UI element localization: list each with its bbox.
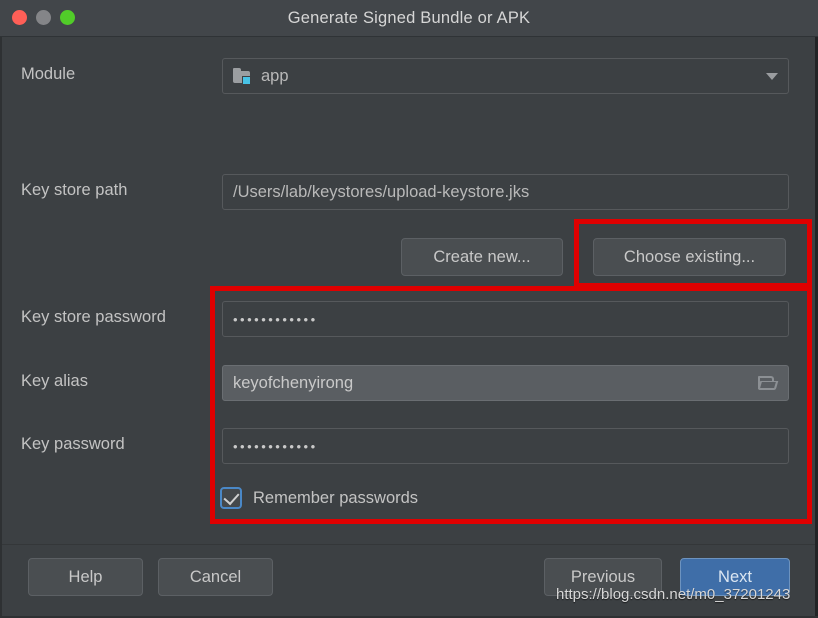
key-store-path-label: Key store path xyxy=(21,181,128,199)
choose-existing-button[interactable]: Choose existing... xyxy=(593,238,786,276)
key-store-path-value: /Users/lab/keystores/upload-keystore.jks xyxy=(233,182,530,201)
minimize-window-button[interactable] xyxy=(36,10,51,25)
module-folder-icon xyxy=(233,67,252,85)
key-store-password-label: Key store password xyxy=(21,308,166,326)
module-label: Module xyxy=(21,65,76,83)
help-button[interactable]: Help xyxy=(28,558,143,596)
title-bar: Generate Signed Bundle or APK xyxy=(0,0,818,37)
generate-signed-bundle-dialog: Generate Signed Bundle or APK Module app… xyxy=(0,0,818,618)
window-title: Generate Signed Bundle or APK xyxy=(287,9,531,27)
key-password-value: •••••••••••• xyxy=(233,438,318,454)
key-store-path-input[interactable]: /Users/lab/keystores/upload-keystore.jks xyxy=(222,174,789,210)
key-alias-value: keyofchenyirong xyxy=(233,373,354,392)
create-new-button[interactable]: Create new... xyxy=(401,238,563,276)
traffic-light-controls xyxy=(12,10,75,25)
window-edge-left xyxy=(0,37,2,618)
check-icon xyxy=(223,488,240,506)
dialog-body: Module app Key store path /Users/lab/key… xyxy=(0,37,818,544)
dialog-footer: Help Cancel Previous Next xyxy=(0,544,818,618)
key-store-password-input[interactable]: •••••••••••• xyxy=(222,301,789,337)
folder-open-icon[interactable] xyxy=(757,375,779,391)
key-password-label: Key password xyxy=(21,435,125,453)
zoom-window-button[interactable] xyxy=(60,10,75,25)
key-alias-label: Key alias xyxy=(21,372,88,390)
cancel-button[interactable]: Cancel xyxy=(158,558,273,596)
key-store-password-value: •••••••••••• xyxy=(233,311,318,327)
module-combobox[interactable]: app xyxy=(222,58,789,94)
close-window-button[interactable] xyxy=(12,10,27,25)
key-alias-input[interactable]: keyofchenyirong xyxy=(222,365,789,401)
remember-passwords-label: Remember passwords xyxy=(253,488,419,507)
key-password-input[interactable]: •••••••••••• xyxy=(222,428,789,464)
chevron-down-icon[interactable] xyxy=(766,72,778,80)
remember-passwords-checkbox[interactable] xyxy=(220,487,242,509)
module-value: app xyxy=(261,66,289,85)
remember-passwords-row[interactable]: Remember passwords xyxy=(220,487,418,509)
watermark-text: https://blog.csdn.net/m0_37201243 xyxy=(556,586,791,603)
